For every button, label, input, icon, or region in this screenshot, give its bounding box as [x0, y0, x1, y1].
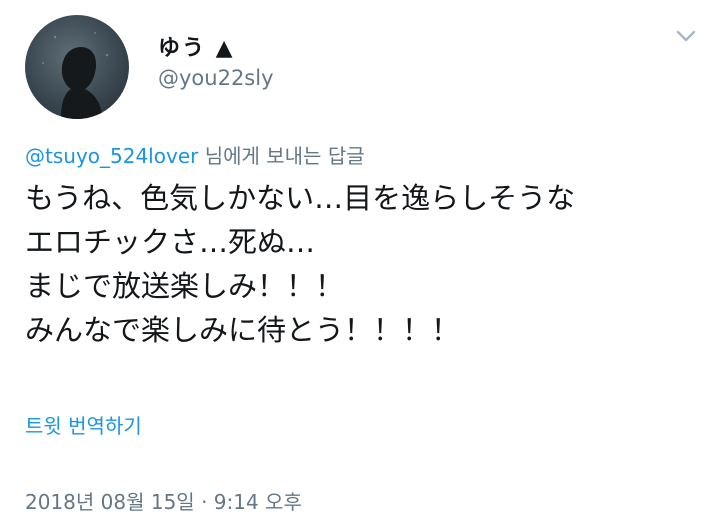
silhouette-icon — [42, 32, 109, 119]
reply-to-user-link[interactable]: @tsuyo_524lover — [25, 144, 198, 168]
reply-suffix: 님에게 보내는 답글 — [198, 144, 365, 168]
reply-context: @tsuyo_524lover 님에게 보내는 답글 — [25, 140, 365, 169]
translate-tweet-link[interactable]: 트윗 번역하기 — [25, 410, 142, 439]
author-display-name[interactable]: ゆう ▲ — [158, 30, 235, 62]
tweet-line: まじで放送楽しみ！！！ — [25, 269, 345, 303]
tweet-line: みんなで楽しみに待とう！！！！ — [25, 313, 461, 347]
author-handle[interactable]: @you22sly — [158, 66, 274, 90]
tweet-text: もうね、色気しかない…目を逸らしそうな エロチックさ…死ぬ… まじで放送楽しみ！… — [25, 176, 705, 352]
tweet-line: もうね、色気しかない…目を逸らしそうな — [25, 181, 576, 215]
avatar[interactable] — [25, 15, 129, 119]
tweet-line: エロチックさ…死ぬ… — [25, 225, 316, 259]
chevron-down-icon[interactable] — [675, 28, 697, 44]
tweet-timestamp[interactable]: 2018년 08월 15일 · 9:14 오후 — [25, 486, 302, 515]
